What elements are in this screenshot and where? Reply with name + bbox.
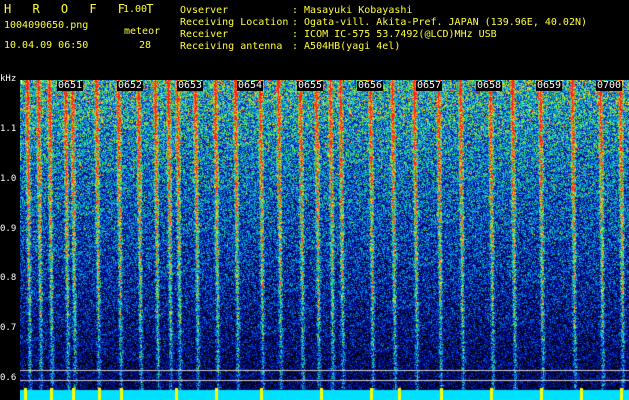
time-tick-label: 0656 xyxy=(357,80,384,91)
antenna-value: : A504HB(yagi 4el) xyxy=(292,41,401,52)
time-tick-label: 0653 xyxy=(177,80,204,91)
y-tick-label: 1.1 xyxy=(0,124,17,134)
location-label: Receiving Location xyxy=(180,17,289,28)
observer-value: : Masayuki Kobayashi xyxy=(292,5,413,16)
count-value: 28 xyxy=(139,40,152,51)
file-name: 1004090650.png xyxy=(4,20,89,31)
time-tick-label: 0657 xyxy=(416,80,443,91)
y-tick-label: 0.6 xyxy=(0,373,17,383)
time-tick-label: 0658 xyxy=(476,80,503,91)
time-tick-label: 0652 xyxy=(117,80,144,91)
header-panel: H R O F F T 1.00 1004090650.png meteor 1… xyxy=(0,0,629,80)
spectrogram-canvas xyxy=(20,80,629,400)
count-label: meteor xyxy=(124,26,161,37)
y-tick-label: 0.8 xyxy=(0,273,17,283)
antenna-label: Receiving antenna xyxy=(180,41,283,52)
time-tick-label: 0659 xyxy=(536,80,563,91)
y-unit-label: kHz xyxy=(0,74,17,84)
date-time: 10.04.09 06:50 xyxy=(4,40,89,51)
app-version: 1.00 xyxy=(123,4,148,15)
observer-label: Ovserver xyxy=(180,5,229,16)
y-tick-label: 1.0 xyxy=(0,174,17,184)
time-tick-label: 0654 xyxy=(237,80,264,91)
y-tick-label: 0.9 xyxy=(0,224,17,234)
time-tick-label: 0655 xyxy=(297,80,324,91)
location-value: : Ogata-vill. Akita-Pref. JAPAN (139.96E… xyxy=(292,17,588,28)
y-tick-label: 0.7 xyxy=(0,323,17,333)
time-tick-label: 0700 xyxy=(596,80,623,91)
time-tick-label: 0651 xyxy=(57,80,84,91)
receiver-label: Receiver xyxy=(180,29,229,40)
receiver-value: : ICOM IC-575 53.7492(@LCD)MHz USB xyxy=(292,29,497,40)
